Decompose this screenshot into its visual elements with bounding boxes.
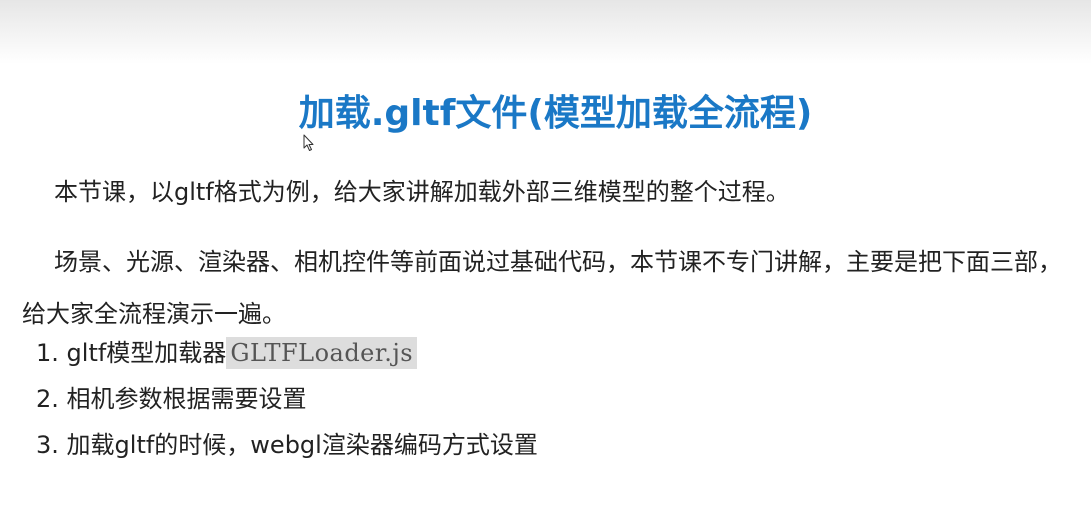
page-title: 加载.gltf文件(模型加载全流程) <box>298 93 813 135</box>
step-number: 2. <box>36 385 59 413</box>
step-number: 3. <box>36 431 59 459</box>
step-text: 加载gltf的时候，webgl渲染器编码方式设置 <box>66 431 538 459</box>
steps-list: 1. gltf模型加载器 GLTFLoader.js 2. 相机参数根据需要设置 … <box>36 330 538 468</box>
steps-intro-paragraph: 场景、光源、渲染器、相机控件等前面说过基础代码，本节课不专门讲解，主要是把下面三… <box>22 248 1062 328</box>
list-item: 1. gltf模型加载器 GLTFLoader.js <box>36 330 538 376</box>
top-gradient-band <box>0 0 1091 64</box>
mouse-pointer-icon <box>303 134 314 151</box>
step-text: 相机参数根据需要设置 <box>66 385 307 413</box>
list-item: 3. 加载gltf的时候，webgl渲染器编码方式设置 <box>36 422 538 468</box>
step-number: 1. <box>36 339 59 367</box>
code-snippet: GLTFLoader.js <box>226 337 418 369</box>
step-text: gltf模型加载器 <box>66 339 227 367</box>
intro-paragraph: 本节课，以gltf格式为例，给大家讲解加载外部三维模型的整个过程。 <box>54 178 790 206</box>
list-item: 2. 相机参数根据需要设置 <box>36 376 538 422</box>
